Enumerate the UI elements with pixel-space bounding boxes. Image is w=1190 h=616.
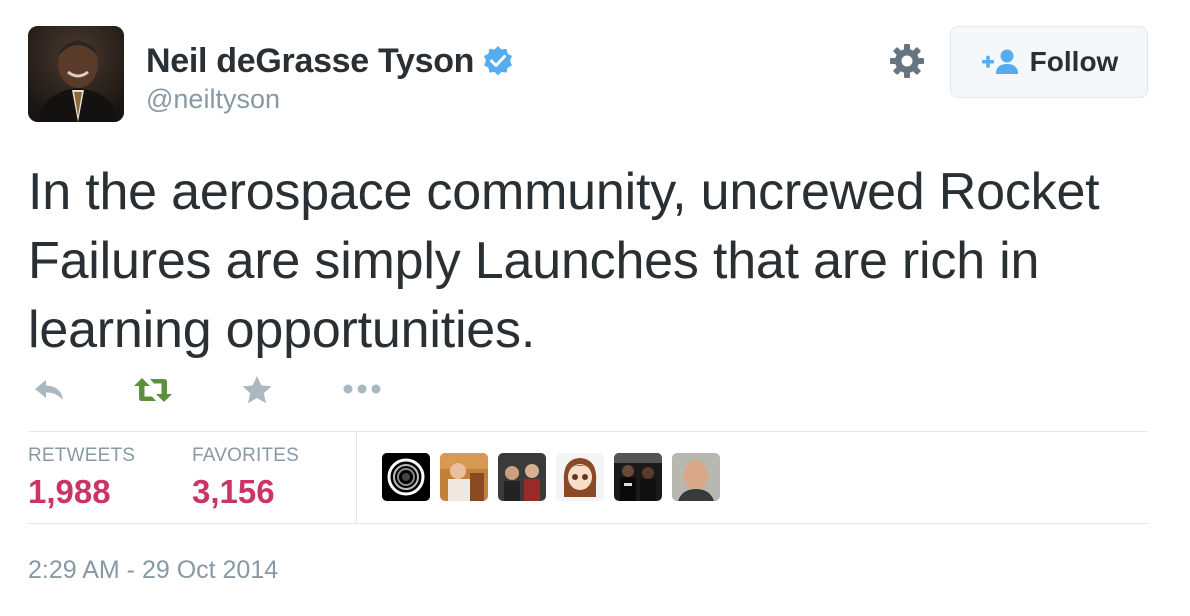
retweets-label: RETWEETS [28, 445, 136, 466]
gear-icon[interactable] [888, 42, 926, 80]
favorites-stat[interactable]: FAVORITES 3,156 [192, 445, 299, 511]
favoriter-avatar[interactable] [614, 453, 662, 501]
divider [28, 431, 1148, 432]
favoriter-avatar[interactable] [672, 453, 720, 501]
reply-icon[interactable] [32, 376, 66, 404]
star-icon[interactable] [240, 374, 274, 406]
tweet-text: In the aerospace community, uncrewed Roc… [28, 163, 1100, 359]
divider [356, 431, 357, 523]
retweets-count: 1,988 [28, 473, 111, 510]
author-name-row[interactable]: Neil deGrasse Tyson [146, 40, 514, 82]
divider [28, 523, 1148, 524]
tweet-timestamp[interactable]: 2:29 AM - 29 Oct 2014 [28, 556, 278, 585]
favoriter-avatar[interactable] [556, 453, 604, 501]
follow-label: Follow [1029, 46, 1119, 77]
follow-button[interactable]: Follow [950, 26, 1148, 98]
retweets-stat[interactable]: RETWEETS 1,988 [28, 445, 135, 511]
favoriter-avatar[interactable] [382, 453, 430, 501]
add-user-icon [981, 49, 1018, 74]
author-name[interactable]: Neil deGrasse Tyson [146, 42, 474, 81]
favorites-label: FAVORITES [192, 445, 300, 466]
favoriter-avatar[interactable] [498, 453, 546, 501]
avatar[interactable] [28, 26, 124, 122]
favoriter-avatar[interactable] [440, 453, 488, 501]
verified-badge-icon [484, 46, 513, 76]
retweet-icon[interactable] [132, 376, 174, 404]
ellipsis-icon[interactable] [342, 382, 382, 396]
favorites-count: 3,156 [192, 473, 275, 510]
author-handle[interactable]: @neiltyson [146, 84, 280, 115]
